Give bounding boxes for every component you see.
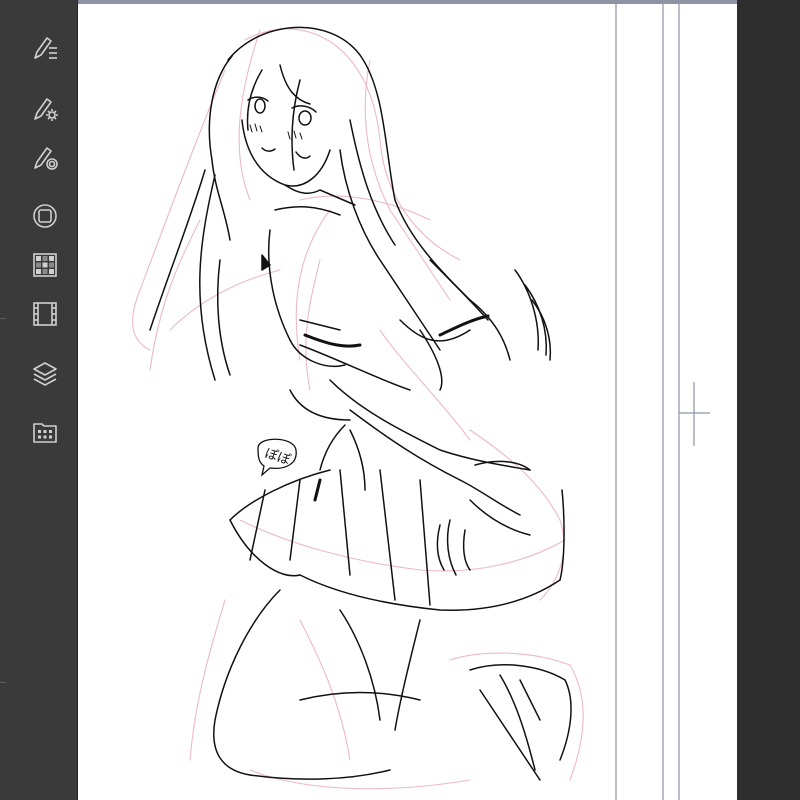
sub-tool-list-icon bbox=[34, 37, 57, 59]
brush-size-icon bbox=[34, 147, 58, 170]
signature-bubble: ぽぽ bbox=[257, 438, 297, 477]
color-wheel-button[interactable] bbox=[25, 196, 65, 236]
color-set-icon bbox=[33, 253, 57, 277]
animation-timeline-button[interactable] bbox=[25, 294, 65, 334]
sub-tool-list-button[interactable] bbox=[25, 28, 65, 68]
animation-timeline-icon bbox=[33, 302, 57, 326]
drawing-canvas[interactable]: ぽぽ bbox=[78, 0, 737, 800]
layers-icon bbox=[33, 362, 57, 386]
color-circle-icon bbox=[33, 204, 57, 228]
line-art-illustration: ぽぽ bbox=[132, 4, 710, 800]
right-panel bbox=[737, 0, 800, 800]
ink-line-layer bbox=[149, 26, 572, 781]
signature-text: ぽぽ bbox=[263, 446, 292, 468]
tool-sidebar bbox=[0, 0, 78, 800]
tool-property-icon bbox=[34, 98, 58, 121]
color-set-button[interactable] bbox=[25, 245, 65, 285]
material-button[interactable] bbox=[25, 412, 65, 452]
layers-button[interactable] bbox=[25, 353, 65, 393]
material-palette-icon bbox=[33, 423, 57, 443]
frame-guide-lines bbox=[615, 4, 710, 800]
panel-edge-mark bbox=[0, 682, 6, 683]
rough-sketch-layer bbox=[132, 28, 584, 790]
tool-property-button[interactable] bbox=[25, 89, 65, 129]
brush-size-button[interactable] bbox=[25, 138, 65, 178]
panel-edge-mark bbox=[0, 318, 6, 319]
